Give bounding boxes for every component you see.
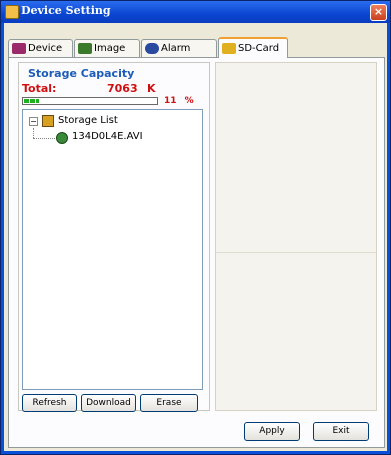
exit-button[interactable]: Exit: [313, 422, 369, 441]
sd-card-icon: [42, 115, 54, 127]
tree-root-storage-list[interactable]: Storage List: [58, 115, 118, 126]
usage-percent-value: 11: [164, 96, 177, 106]
details-lower-area: [216, 252, 376, 411]
window-title: Device Setting: [21, 4, 111, 17]
details-area: [215, 62, 377, 411]
total-label: Total:: [22, 82, 57, 95]
total-value: 7063: [107, 82, 138, 95]
storage-capacity-group: Storage Capacity Total: 7063 K 11 % − St…: [18, 62, 210, 412]
device-icon: [12, 43, 26, 54]
refresh-button[interactable]: Refresh: [22, 394, 77, 412]
storage-list-tree[interactable]: − Storage List 134D0L4E.AVI: [22, 109, 203, 390]
tab-device-label: Device: [28, 43, 63, 54]
image-icon: [78, 43, 92, 54]
alarm-icon: [145, 43, 159, 54]
tree-connector: [33, 138, 55, 139]
client-area: Device Image Alarm SD-Card Storage Capac…: [4, 23, 387, 451]
tab-image-label: Image: [94, 43, 126, 54]
title-bar[interactable]: Device Setting ×: [1, 1, 390, 23]
device-setting-window: Device Setting × Device Image Alarm SD-C…: [0, 0, 391, 455]
apply-button[interactable]: Apply: [244, 422, 300, 441]
tab-alarm[interactable]: Alarm: [141, 39, 217, 57]
download-button[interactable]: Download: [81, 394, 136, 412]
storage-capacity-heading: Storage Capacity: [28, 67, 135, 80]
usage-percent: 11 %: [164, 96, 194, 106]
tree-connector: [33, 128, 34, 138]
usage-percent-unit: %: [184, 96, 194, 106]
storage-usage-bar: [22, 97, 158, 105]
app-icon: [5, 5, 19, 19]
tab-sd-card[interactable]: SD-Card: [218, 37, 288, 58]
tab-device[interactable]: Device: [8, 39, 73, 57]
tab-image[interactable]: Image: [74, 39, 140, 57]
tab-alarm-label: Alarm: [161, 43, 191, 54]
sd-card-panel: Storage Capacity Total: 7063 K 11 % − St…: [8, 57, 385, 448]
tab-sd-card-label: SD-Card: [238, 43, 280, 54]
video-file-icon: [56, 132, 68, 144]
total-unit: K: [147, 82, 156, 95]
sd-card-icon: [222, 43, 236, 54]
erase-button[interactable]: Erase: [140, 394, 198, 412]
tree-item-file[interactable]: 134D0L4E.AVI: [72, 131, 143, 142]
storage-usage-fill: [24, 99, 39, 103]
close-button[interactable]: ×: [370, 4, 387, 21]
collapse-icon[interactable]: −: [29, 117, 38, 126]
